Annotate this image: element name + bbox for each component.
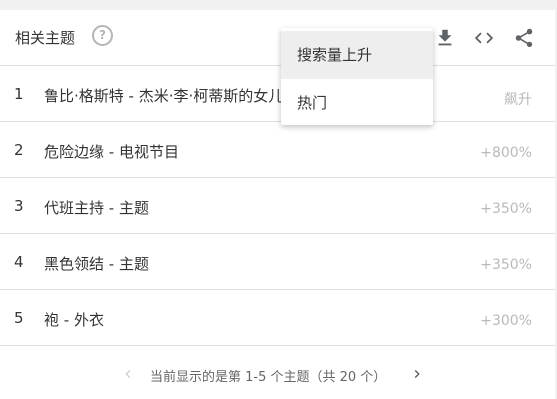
row-value: +300% xyxy=(480,313,532,329)
download-icon[interactable] xyxy=(434,27,456,49)
table-row[interactable]: 5 袍 - 外衣 +300% xyxy=(0,290,555,346)
card-header: 相关主题 ? xyxy=(0,10,555,66)
card-title: 相关主题 xyxy=(15,29,76,47)
row-value: +800% xyxy=(480,145,532,161)
row-rank: 5 xyxy=(14,309,24,327)
row-topic-name[interactable]: 危险边缘 - 电视节目 xyxy=(44,141,179,162)
row-topic-name[interactable]: 鲁比·格斯特 - 杰米·李·柯蒂斯的女儿 xyxy=(44,85,283,106)
sort-dropdown-menu: 搜索量上升 热门 xyxy=(281,28,433,125)
table-row[interactable]: 2 危险边缘 - 电视节目 +800% xyxy=(0,122,555,178)
row-topic-name[interactable]: 黑色领结 - 主题 xyxy=(44,253,149,274)
row-rank: 1 xyxy=(14,85,24,103)
share-icon[interactable] xyxy=(513,27,535,49)
row-value: +350% xyxy=(480,201,532,217)
menu-item-top[interactable]: 热门 xyxy=(281,79,433,127)
table-row[interactable]: 1 鲁比·格斯特 - 杰米·李·柯蒂斯的女儿 飙升 xyxy=(0,66,555,122)
pagination: 当前显示的是第 1-5 个主题（共 20 个） xyxy=(0,366,555,399)
row-rank: 4 xyxy=(14,253,24,271)
chevron-right-icon[interactable] xyxy=(409,366,425,382)
chevron-left-icon[interactable] xyxy=(120,366,136,382)
table-row[interactable]: 3 代班主持 - 主题 +350% xyxy=(0,178,555,234)
row-topic-name[interactable]: 袍 - 外衣 xyxy=(44,309,104,330)
row-rank: 2 xyxy=(14,141,24,159)
related-topics-card: 相关主题 ? 1 鲁比·格斯特 - 杰米·李·柯蒂斯的女儿 飙升 2 危险边缘 … xyxy=(0,10,555,399)
embed-code-icon[interactable] xyxy=(473,27,495,49)
pagination-status: 当前显示的是第 1-5 个主题（共 20 个） xyxy=(150,370,387,385)
row-value: +350% xyxy=(480,257,532,273)
row-value: 飙升 xyxy=(504,92,532,108)
table-row[interactable]: 4 黑色领结 - 主题 +350% xyxy=(0,234,555,290)
row-topic-name[interactable]: 代班主持 - 主题 xyxy=(44,197,149,218)
menu-item-rising[interactable]: 搜索量上升 xyxy=(281,31,433,79)
help-circle-icon[interactable]: ? xyxy=(92,25,113,46)
row-rank: 3 xyxy=(14,197,24,215)
